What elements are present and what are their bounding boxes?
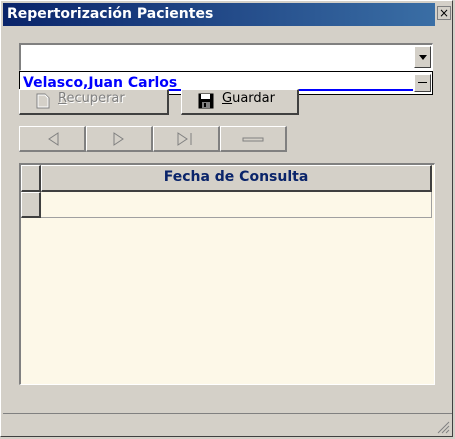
resize-grip-icon[interactable]	[436, 420, 450, 434]
guardar-button[interactable]: Guardar	[181, 89, 299, 115]
recuperar-label: Recuperar	[58, 91, 125, 106]
column-header-fecha[interactable]: Fecha de Consulta	[41, 165, 432, 192]
triangle-left-icon	[48, 132, 59, 146]
nav-remove-button[interactable]	[220, 126, 287, 152]
window-title: Repertorización Pacientes	[7, 6, 214, 22]
skip-last-icon	[177, 132, 192, 146]
document-icon	[36, 93, 50, 109]
title-bar[interactable]: Repertorización Pacientes	[3, 3, 435, 26]
patient-combobox[interactable]	[19, 43, 433, 71]
grid-corner	[21, 165, 41, 192]
close-button[interactable]: ×	[437, 6, 451, 20]
repertorizacion-window: Repertorización Pacientes × Velasco,Juan…	[0, 0, 453, 437]
recuperar-button[interactable]: Recuperar	[19, 89, 169, 115]
row-selector[interactable]	[21, 192, 41, 218]
nav-last-button[interactable]	[153, 126, 220, 152]
nav-next-button[interactable]	[86, 126, 153, 152]
nav-previous-button[interactable]	[19, 126, 86, 152]
dropdown-scrollbar[interactable]	[414, 74, 431, 92]
floppy-disk-icon	[198, 93, 214, 109]
table-cell[interactable]	[41, 192, 432, 218]
status-bar	[3, 413, 452, 436]
guardar-label: Guardar	[222, 91, 275, 106]
triangle-right-icon	[113, 132, 124, 146]
consultas-grid[interactable]: Fecha de Consulta	[19, 163, 435, 385]
minus-icon	[242, 137, 264, 142]
chevron-down-icon[interactable]	[414, 46, 431, 68]
